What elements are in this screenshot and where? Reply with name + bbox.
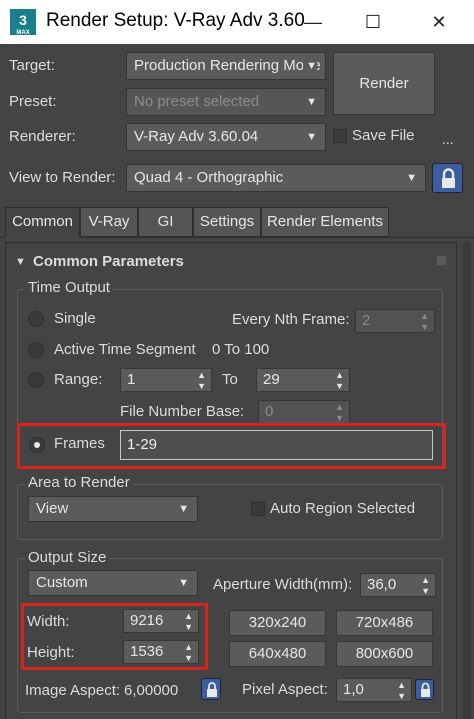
title-bar: 3 MAX Render Setup: V-Ray Adv 3.60.04 — ☐… — [0, 0, 474, 44]
preset-label: Preset: — [9, 93, 57, 110]
spinner-arrows-icon: ▲ ▼ — [420, 311, 429, 332]
pixel-aspect-spinner[interactable]: 1,0 ▲ ▼ — [336, 678, 412, 702]
auto-region-selected-label: Auto Region Selected — [270, 500, 416, 517]
single-label: Single — [54, 310, 96, 327]
width-value: 9216 — [130, 612, 164, 629]
range-end-spinner[interactable]: 29 ▲ ▼ — [256, 368, 350, 392]
minimize-button[interactable]: — — [290, 0, 336, 44]
tab-render-elements[interactable]: Render Elements — [261, 207, 389, 237]
target-label: Target: — [9, 57, 55, 74]
tab-settings[interactable]: Settings — [193, 207, 261, 237]
save-file-label: Save File — [352, 127, 415, 144]
preset-640x480-button[interactable]: 640x480 — [229, 641, 326, 667]
active-time-segment-value: 0 To 100 — [212, 341, 270, 358]
width-spinner[interactable]: 9216 ▲ ▼ — [123, 609, 199, 633]
collapse-triangle-icon[interactable]: ▼ — [15, 256, 26, 268]
pixel-aspect-label: Pixel Aspect: — [242, 681, 328, 698]
width-label: Width: — [27, 613, 70, 630]
lock-icon — [421, 682, 430, 697]
area-to-render-value: View — [36, 500, 69, 517]
frames-input[interactable]: 1-29 — [120, 430, 433, 460]
range-radio[interactable] — [28, 372, 44, 388]
render-button[interactable]: Render — [333, 52, 435, 115]
pixel-aspect-lock-button[interactable] — [415, 679, 434, 700]
chevron-down-icon: ▼ — [178, 577, 189, 589]
target-value: Production Rendering Mode — [134, 57, 321, 74]
output-size-title: Output Size — [25, 549, 110, 566]
every-nth-frame-label: Every Nth Frame: — [232, 311, 350, 328]
range-label: Range: — [54, 371, 103, 388]
every-nth-frame-value: 2 — [362, 312, 371, 329]
preset-value: No preset selected — [134, 93, 260, 110]
target-dropdown[interactable]: Production Rendering Mode ▼ — [126, 52, 326, 80]
window-title: Render Setup: V-Ray Adv 3.60.04 — [46, 10, 306, 31]
time-output-title: Time Output — [25, 279, 113, 296]
chevron-down-icon: ▼ — [178, 503, 189, 515]
every-nth-frame-spinner[interactable]: 2 ▲ ▼ — [355, 309, 435, 333]
more-button[interactable]: ... — [442, 131, 454, 147]
lock-icon — [207, 682, 217, 697]
aperture-width-value: 36,0 — [367, 576, 397, 593]
file-number-base-label: File Number Base: — [120, 403, 245, 420]
height-label: Height: — [27, 644, 75, 661]
spinner-arrows-icon: ▲ ▼ — [397, 680, 406, 701]
file-number-base-spinner[interactable]: 0 ▲ ▼ — [258, 400, 350, 424]
spinner-arrows-icon: ▲ ▼ — [335, 402, 344, 423]
pixel-aspect-value: 1,0 — [343, 681, 364, 698]
preset-dropdown[interactable]: No preset selected ▼ — [126, 88, 326, 116]
tab-gi[interactable]: GI — [138, 207, 193, 237]
preset-800x600-button[interactable]: 800x600 — [336, 641, 433, 667]
image-aspect-label: Image Aspect: — [25, 682, 121, 699]
area-to-render-title: Area to Render — [25, 474, 133, 491]
renderer-label: Renderer: — [9, 128, 76, 145]
tab-v-ray[interactable]: V-Ray — [80, 207, 138, 237]
image-aspect-lock-button[interactable] — [201, 678, 221, 700]
preset-720x486-button[interactable]: 720x486 — [336, 610, 433, 636]
view-to-render-label: View to Render: — [9, 169, 116, 186]
preset-320x240-button[interactable]: 320x240 — [229, 610, 326, 636]
scrollbar[interactable] — [463, 242, 471, 719]
app-icon: 3 MAX — [10, 9, 36, 36]
output-size-preset-value: Custom — [36, 574, 88, 591]
aperture-width-spinner[interactable]: 36,0 ▲ ▼ — [360, 573, 436, 597]
spinner-arrows-icon: ▲ ▼ — [197, 370, 206, 391]
height-value: 1536 — [130, 643, 164, 660]
area-to-render-dropdown[interactable]: View ▼ — [28, 496, 198, 522]
spinner-arrows-icon: ▲ ▼ — [421, 575, 430, 596]
renderer-dropdown[interactable]: V-Ray Adv 3.60.04 ▼ — [126, 123, 326, 151]
rollout-grip-icon — [437, 256, 446, 265]
output-size-preset-dropdown[interactable]: Custom ▼ — [28, 570, 198, 596]
close-button[interactable]: ✕ — [416, 0, 462, 44]
tab-common[interactable]: Common — [5, 207, 80, 238]
single-radio[interactable] — [28, 311, 44, 327]
range-end-value: 29 — [263, 371, 280, 388]
range-start-value: 1 — [127, 371, 136, 388]
spinner-arrows-icon: ▲ ▼ — [184, 642, 193, 663]
spinner-arrows-icon: ▲ ▼ — [335, 370, 344, 391]
auto-region-selected-checkbox[interactable] — [251, 502, 265, 516]
rollout-title[interactable]: Common Parameters — [33, 253, 184, 270]
frames-radio[interactable] — [29, 437, 45, 453]
chevron-down-icon: ▼ — [306, 96, 317, 108]
image-aspect-value: 6,00000 — [124, 682, 179, 699]
active-time-segment-label: Active Time Segment — [54, 341, 196, 358]
range-to-label: To — [222, 371, 238, 388]
active-time-segment-radio[interactable] — [28, 342, 44, 358]
aperture-width-label: Aperture Width(mm): — [213, 576, 353, 593]
save-file-checkbox[interactable] — [333, 129, 347, 143]
height-spinner[interactable]: 1536 ▲ ▼ — [123, 640, 199, 664]
chevron-down-icon: ▼ — [303, 53, 317, 79]
spinner-arrows-icon: ▲ ▼ — [184, 611, 193, 632]
lock-view-button[interactable] — [432, 163, 463, 193]
renderer-value: V-Ray Adv 3.60.04 — [134, 128, 259, 145]
maximize-button[interactable]: ☐ — [350, 0, 396, 44]
frames-label: Frames — [54, 435, 105, 452]
lock-icon — [442, 168, 455, 188]
chevron-down-icon: ▼ — [306, 131, 317, 143]
view-to-render-dropdown[interactable]: Quad 4 - Orthographic ▼ — [126, 164, 426, 192]
chevron-down-icon: ▼ — [406, 172, 417, 184]
file-number-base-value: 0 — [265, 403, 274, 420]
range-start-spinner[interactable]: 1 ▲ ▼ — [120, 368, 212, 392]
view-to-render-value: Quad 4 - Orthographic — [134, 169, 284, 186]
